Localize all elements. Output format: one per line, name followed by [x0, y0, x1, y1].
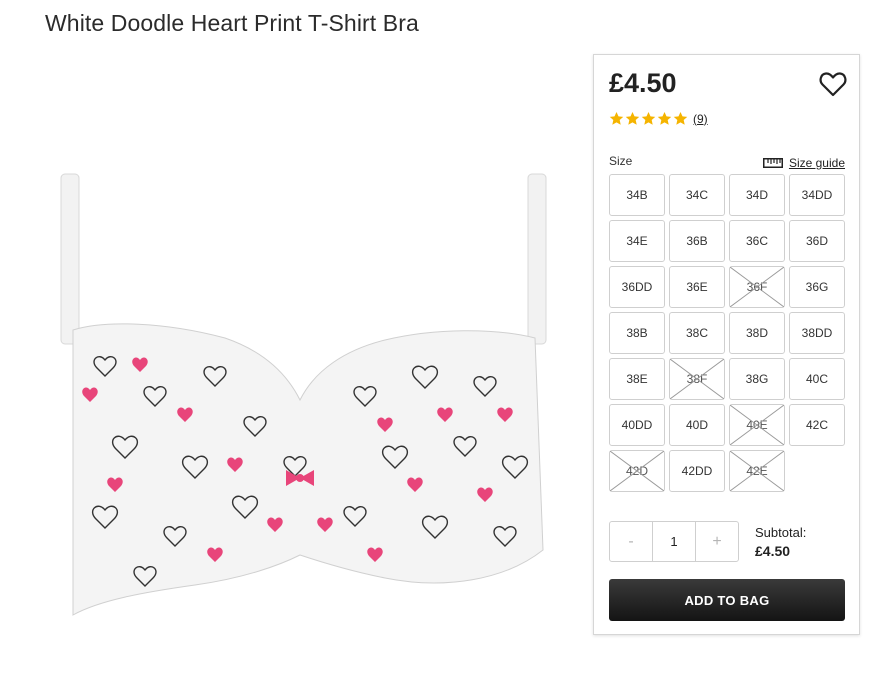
size-option[interactable]: 38C [669, 312, 725, 354]
size-option[interactable]: 40D [669, 404, 725, 446]
size-option[interactable]: 42C [789, 404, 845, 446]
size-option-label: 34D [745, 188, 768, 202]
size-option[interactable]: 38B [609, 312, 665, 354]
size-option[interactable]: 36C [729, 220, 785, 262]
size-option[interactable]: 42E [729, 450, 785, 492]
price: £4.50 [609, 68, 677, 98]
subtotal-value: £4.50 [755, 543, 791, 559]
subtotal-label: Subtotal: [755, 525, 807, 540]
size-option[interactable]: 36DD [609, 266, 665, 308]
size-option[interactable]: 38F [669, 358, 725, 400]
size-option[interactable]: 34D [729, 174, 785, 216]
size-option[interactable]: 36G [789, 266, 845, 308]
product-image [60, 173, 547, 616]
size-option[interactable]: 34DD [789, 174, 845, 216]
add-to-bag-button[interactable]: ADD TO BAG [609, 579, 845, 621]
star-icon [625, 111, 640, 125]
size-option-label: 42C [805, 418, 828, 432]
size-option-label: 38D [745, 326, 768, 340]
size-option-label: 34B [626, 188, 648, 202]
star-icon [641, 111, 656, 125]
size-option-label: 42E [746, 464, 768, 478]
review-count-link[interactable]: (9) [693, 112, 708, 126]
size-option-label: 40E [746, 418, 768, 432]
star-icon [609, 111, 624, 125]
size-option-label: 38F [686, 372, 708, 386]
size-option-label: 38E [626, 372, 648, 386]
size-option-label: 34DD [801, 188, 833, 202]
size-option[interactable]: 38DD [789, 312, 845, 354]
size-option[interactable]: 40C [789, 358, 845, 400]
star-icon [657, 111, 672, 125]
product-title: White Doodle Heart Print T-Shirt Bra [45, 10, 419, 36]
quantity-decrease-button[interactable]: - [610, 522, 652, 561]
size-option[interactable]: 36D [789, 220, 845, 262]
size-option-label: 40D [685, 418, 708, 432]
size-option[interactable]: 38G [729, 358, 785, 400]
size-grid: 34B 34C 34D 34DD 34E 36B 36C 36D 36DD 36E 36F 36G 38… [609, 174, 846, 492]
size-option-label: 36F [746, 280, 768, 294]
size-option[interactable]: 42DD [669, 450, 725, 492]
ruler-icon [762, 158, 783, 168]
size-option[interactable]: 34B [609, 174, 665, 216]
size-option-label: 36D [805, 234, 828, 248]
size-label: Size [609, 154, 633, 168]
star-rating: (9) [609, 111, 708, 126]
size-option-label: 40C [805, 372, 828, 386]
quantity-input[interactable] [652, 522, 696, 561]
size-option[interactable]: 36F [729, 266, 785, 308]
size-option-label: 36B [686, 234, 708, 248]
size-option[interactable]: 38D [729, 312, 785, 354]
quantity-increase-button[interactable]: + [696, 522, 738, 561]
size-option[interactable]: 36E [669, 266, 725, 308]
size-option-label: 38C [685, 326, 708, 340]
size-option-label: 36G [805, 280, 829, 294]
heart-outline-icon[interactable] [819, 71, 847, 97]
purchase-panel: £4.50 (9) Size Size guide 34B 34C 34D 34DD 3… [593, 54, 860, 635]
quantity-stepper: - + [609, 521, 739, 562]
size-option[interactable]: 38E [609, 358, 665, 400]
size-option-label: 38G [745, 372, 769, 386]
size-option[interactable]: 34C [669, 174, 725, 216]
size-option-label: 36E [686, 280, 708, 294]
size-option[interactable]: 34E [609, 220, 665, 262]
size-option-label: 38B [626, 326, 648, 340]
size-option[interactable]: 36B [669, 220, 725, 262]
size-option-label: 34E [626, 234, 648, 248]
size-option[interactable]: 40E [729, 404, 785, 446]
size-option[interactable]: 40DD [609, 404, 665, 446]
size-guide-link[interactable]: Size guide [762, 156, 845, 170]
size-option-label: 42D [625, 464, 648, 478]
size-option-label: 38DD [801, 326, 833, 340]
size-option[interactable]: 42D [609, 450, 665, 492]
size-option-label: 36DD [621, 280, 653, 294]
size-option-label: 34C [685, 188, 708, 202]
size-option-label: 36C [745, 234, 768, 248]
size-option-label: 42DD [681, 464, 713, 478]
star-icon [673, 111, 688, 125]
size-guide-label: Size guide [788, 156, 845, 170]
size-option-label: 40DD [621, 418, 653, 432]
